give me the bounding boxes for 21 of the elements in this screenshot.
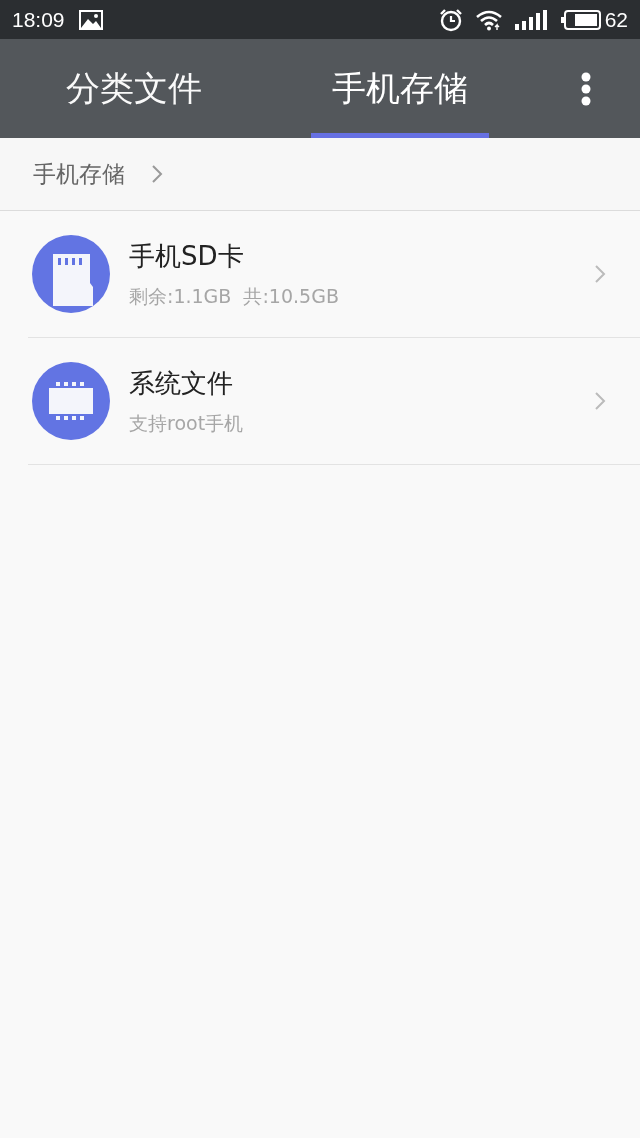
breadcrumb-link[interactable]: 手机存储: [33, 158, 125, 190]
alarm-icon: [438, 7, 463, 32]
chevron-icon: [594, 264, 606, 284]
storage-item[interactable]: 系统文件 支持root手机: [28, 338, 640, 465]
wifi-icon: [474, 8, 503, 31]
chip-icon: [32, 362, 110, 440]
sd-card-icon: [32, 235, 110, 313]
tab[interactable]: 分类文件: [45, 39, 223, 138]
storage-item[interactable]: 手机SD卡 剩余:1.1GB 共:10.5GB: [28, 211, 640, 338]
item-subtitle: 剩余:1.1GB 共:10.5GB: [129, 283, 340, 309]
chevron-icon: [151, 164, 163, 184]
image-icon: [78, 9, 103, 30]
signal-icon: [514, 9, 549, 30]
item-title: 系统文件: [129, 366, 234, 400]
chevron-icon: [594, 391, 606, 411]
clock-time: 18:09: [12, 7, 65, 32]
tab[interactable]: 手机存储: [311, 39, 489, 138]
battery-percent: 62: [604, 7, 628, 32]
item-title: 手机SD卡: [129, 239, 245, 273]
battery-icon: [560, 9, 601, 30]
item-subtitle: 支持root手机: [129, 410, 245, 436]
